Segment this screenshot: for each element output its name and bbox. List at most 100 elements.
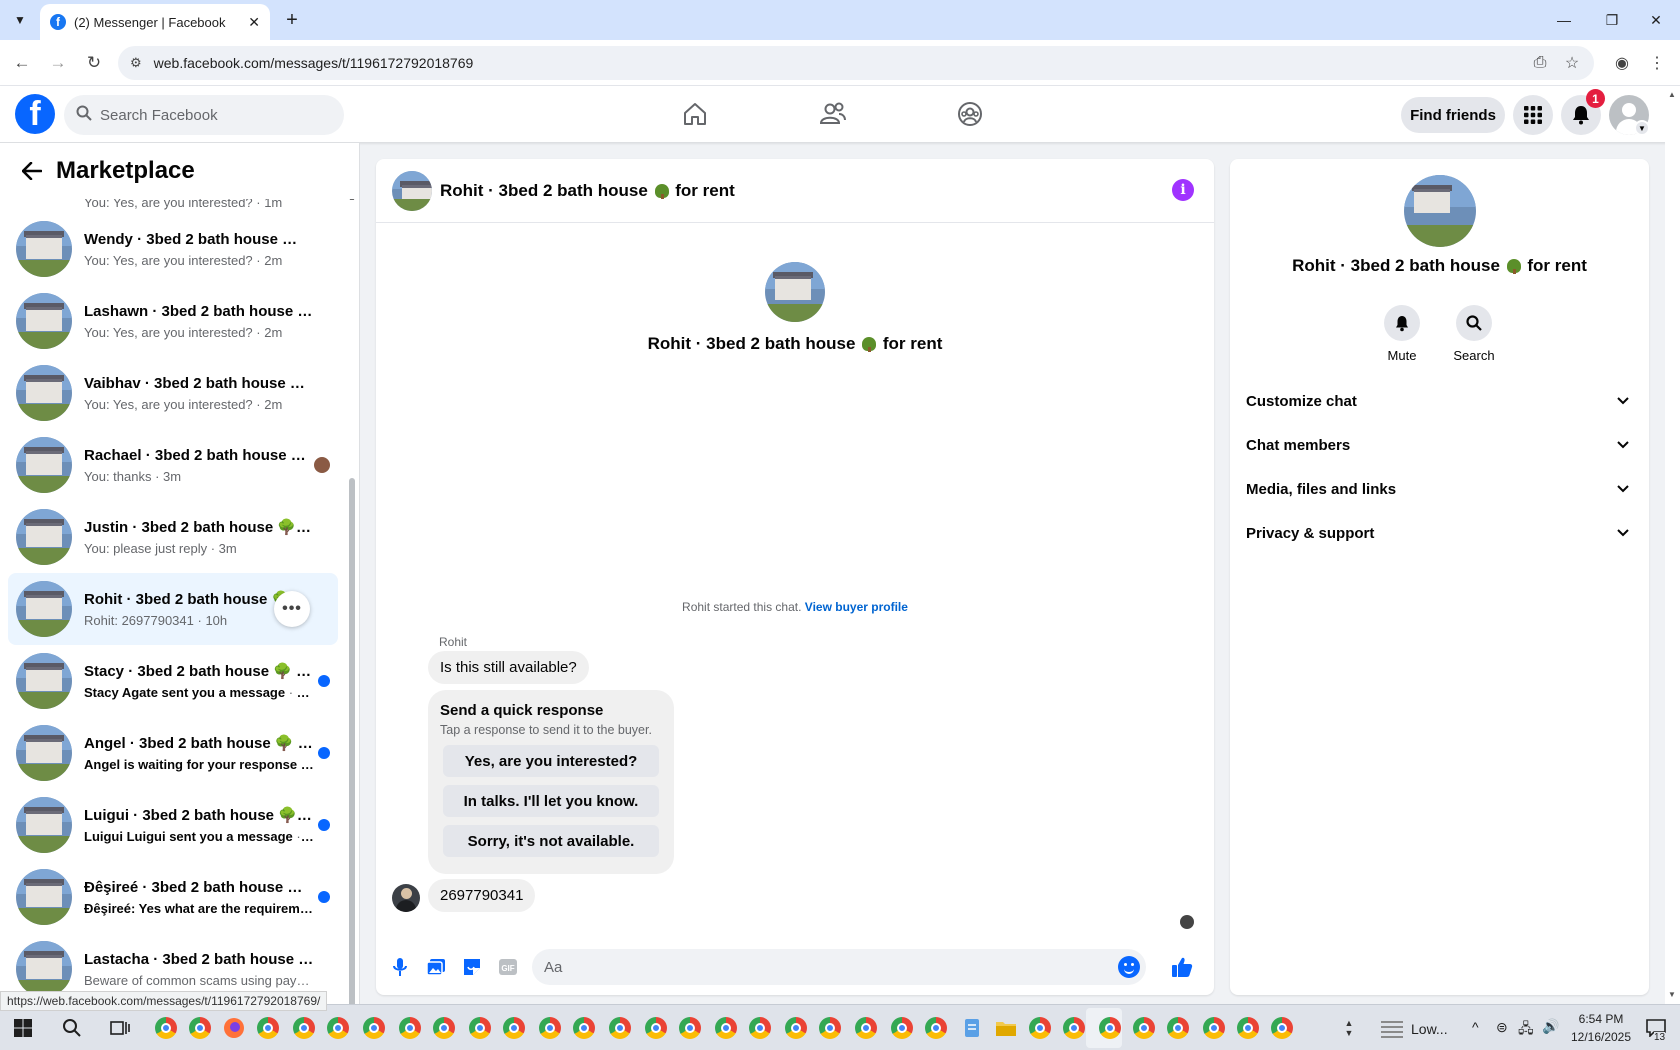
chrome-app-icon[interactable]: [640, 1012, 672, 1044]
chrome-app-icon[interactable]: [1198, 1012, 1230, 1044]
account-chevron-icon[interactable]: ▼: [1634, 120, 1650, 136]
chrome-app-icon[interactable]: [358, 1012, 390, 1044]
chrome-app-icon[interactable]: [464, 1012, 496, 1044]
close-tab-icon[interactable]: ✕: [248, 14, 260, 31]
weather-icon[interactable]: [1376, 1012, 1408, 1044]
view-buyer-profile-link[interactable]: View buyer profile: [805, 600, 908, 614]
chrome-app-icon[interactable]: [744, 1012, 776, 1044]
chrome-app-icon[interactable]: [850, 1012, 882, 1044]
browser-tab[interactable]: f (2) Messenger | Facebook ✕: [40, 4, 270, 40]
forward-icon[interactable]: →: [46, 51, 70, 75]
message-input[interactable]: [544, 958, 1084, 976]
volume-icon[interactable]: 🔊: [1542, 1018, 1559, 1035]
chrome-app-icon[interactable]: [218, 1012, 250, 1044]
profile-icon[interactable]: ◉: [1610, 51, 1634, 75]
buyer-avatar[interactable]: [392, 884, 420, 912]
more-options-icon[interactable]: •••: [274, 591, 310, 627]
windows-start-icon[interactable]: [7, 1012, 39, 1044]
chrome-app-icon[interactable]: [1232, 1012, 1264, 1044]
close-window-icon[interactable]: ✕: [1632, 0, 1680, 40]
clock-time[interactable]: 6:54 PM: [1571, 1012, 1631, 1026]
facebook-search[interactable]: [64, 95, 344, 135]
chrome-app-icon[interactable]: [886, 1012, 918, 1044]
conversation-item[interactable]: Lashawn · 3bed 2 bath house 🌳 for rent Yo…: [8, 285, 338, 357]
gif-icon[interactable]: GIF: [490, 949, 526, 985]
conversation-item[interactable]: Angel · 3bed 2 bath house 🌳 for rent Ange…: [8, 717, 338, 789]
chrome-app-icon[interactable]: [184, 1012, 216, 1044]
search-input[interactable]: [100, 106, 320, 124]
chrome-app-icon[interactable]: [814, 1012, 846, 1044]
listing-thumbnail[interactable]: [392, 170, 432, 211]
site-info-icon[interactable]: ⚙: [130, 55, 142, 71]
listing-photo[interactable]: [1404, 175, 1476, 247]
chrome-app-icon[interactable]: [150, 1012, 182, 1044]
bookmark-star-icon[interactable]: ☆: [1560, 51, 1584, 75]
search-in-chat-button[interactable]: Search: [1444, 305, 1504, 363]
conversation-item[interactable]: Vaibhav · 3bed 2 bath house 🌳 for rent Yo…: [8, 357, 338, 429]
customize-chat-section[interactable]: Customize chat: [1246, 379, 1633, 423]
find-friends-button[interactable]: Find friends: [1401, 97, 1505, 133]
chrome-app-icon[interactable]: [1094, 1012, 1126, 1044]
chrome-app-icon[interactable]: [920, 1012, 952, 1044]
quick-reply-sorry-button[interactable]: Sorry, it's not available.: [443, 825, 659, 857]
install-app-icon[interactable]: ⎙: [1528, 51, 1552, 75]
chrome-app-icon[interactable]: [568, 1012, 600, 1044]
back-arrow-icon[interactable]: [20, 159, 44, 183]
message-input-field[interactable]: [532, 949, 1146, 985]
thumbs-up-icon[interactable]: [1164, 949, 1200, 985]
menu-grid-icon[interactable]: [1513, 95, 1553, 135]
privacy-support-section[interactable]: Privacy & support: [1246, 511, 1633, 555]
groups-icon[interactable]: [942, 94, 998, 134]
message-bubble[interactable]: Is this still available?: [428, 651, 589, 684]
chrome-app-icon[interactable]: [1266, 1012, 1298, 1044]
weather-text[interactable]: Low...: [1411, 1021, 1448, 1037]
message-bubble[interactable]: 2697790341: [428, 879, 536, 912]
tab-search-dropdown-icon[interactable]: ▼: [8, 8, 32, 32]
tray-overflow-icon[interactable]: ^: [1472, 1019, 1479, 1035]
facebook-logo-icon[interactable]: f: [15, 94, 55, 134]
conversation-item[interactable]: Đêşireé · 3bed 2 bath house 🌳 for rent Đê…: [8, 861, 338, 933]
restore-icon[interactable]: ❐: [1588, 0, 1636, 40]
menu-kebab-icon[interactable]: ⋮: [1645, 51, 1669, 75]
minimize-icon[interactable]: —: [1540, 0, 1588, 40]
chrome-app-icon[interactable]: [252, 1012, 284, 1044]
conversation-item[interactable]: Justin · 3bed 2 bath house 🌳 for rent You…: [8, 501, 338, 573]
taskbar-scroll-icon[interactable]: ▲ ▼: [1340, 1008, 1358, 1048]
clock-date[interactable]: 12/16/2025: [1566, 1030, 1636, 1044]
friends-icon[interactable]: [805, 94, 861, 134]
quick-reply-talks-button[interactable]: In talks. I'll let you know.: [443, 785, 659, 817]
notepad-icon[interactable]: [956, 1012, 988, 1044]
file-explorer-icon[interactable]: [990, 1012, 1022, 1044]
conversation-item[interactable]: Rohit · 3bed 2 bath house 🌳 for rentRohi…: [8, 573, 338, 645]
info-icon[interactable]: i: [1172, 179, 1194, 201]
back-icon[interactable]: ←: [10, 51, 34, 75]
conversation-item[interactable]: Wendy · 3bed 2 bath house 🌳 for rent You:…: [8, 213, 338, 285]
chrome-app-icon[interactable]: [1024, 1012, 1056, 1044]
task-view-icon[interactable]: [104, 1012, 136, 1044]
chat-members-section[interactable]: Chat members: [1246, 423, 1633, 467]
meet-now-icon[interactable]: ⊜: [1496, 1019, 1508, 1036]
search-icon[interactable]: [56, 1012, 88, 1044]
conversation-item[interactable]: Stacy · 3bed 2 bath house 🌳 for rent Stac…: [8, 645, 338, 717]
new-tab-icon[interactable]: +: [280, 8, 304, 32]
mute-button[interactable]: Mute: [1372, 305, 1432, 363]
conversation-item[interactable]: Luigui · 3bed 2 bath house 🌳 for rent Lui…: [8, 789, 338, 861]
sticker-icon[interactable]: [454, 949, 490, 985]
omnibox[interactable]: ⚙ web.facebook.com/messages/t/1196172792…: [118, 46, 1594, 80]
chrome-app-icon[interactable]: [1058, 1012, 1090, 1044]
chrome-app-icon[interactable]: [604, 1012, 636, 1044]
network-icon[interactable]: 🖧: [1518, 1018, 1534, 1042]
conversation-item[interactable]: Rachael · 3bed 2 bath house 🌳 for rent Yo…: [8, 429, 338, 501]
chat-title[interactable]: Rohit · 3bed 2 bath house for rent: [440, 181, 735, 201]
quick-reply-yes-button[interactable]: Yes, are you interested?: [443, 745, 659, 777]
sidebar-scrollbar[interactable]: ▲ ▼: [347, 183, 357, 1004]
chrome-app-icon[interactable]: [534, 1012, 566, 1044]
emoji-icon[interactable]: [1118, 956, 1140, 978]
microphone-icon[interactable]: [382, 949, 418, 985]
listing-thumbnail[interactable]: [765, 262, 825, 322]
chrome-app-icon[interactable]: [1162, 1012, 1194, 1044]
chrome-app-icon[interactable]: [1128, 1012, 1160, 1044]
chrome-app-icon[interactable]: [322, 1012, 354, 1044]
reload-icon[interactable]: ↻: [82, 51, 106, 75]
photo-icon[interactable]: [418, 949, 454, 985]
